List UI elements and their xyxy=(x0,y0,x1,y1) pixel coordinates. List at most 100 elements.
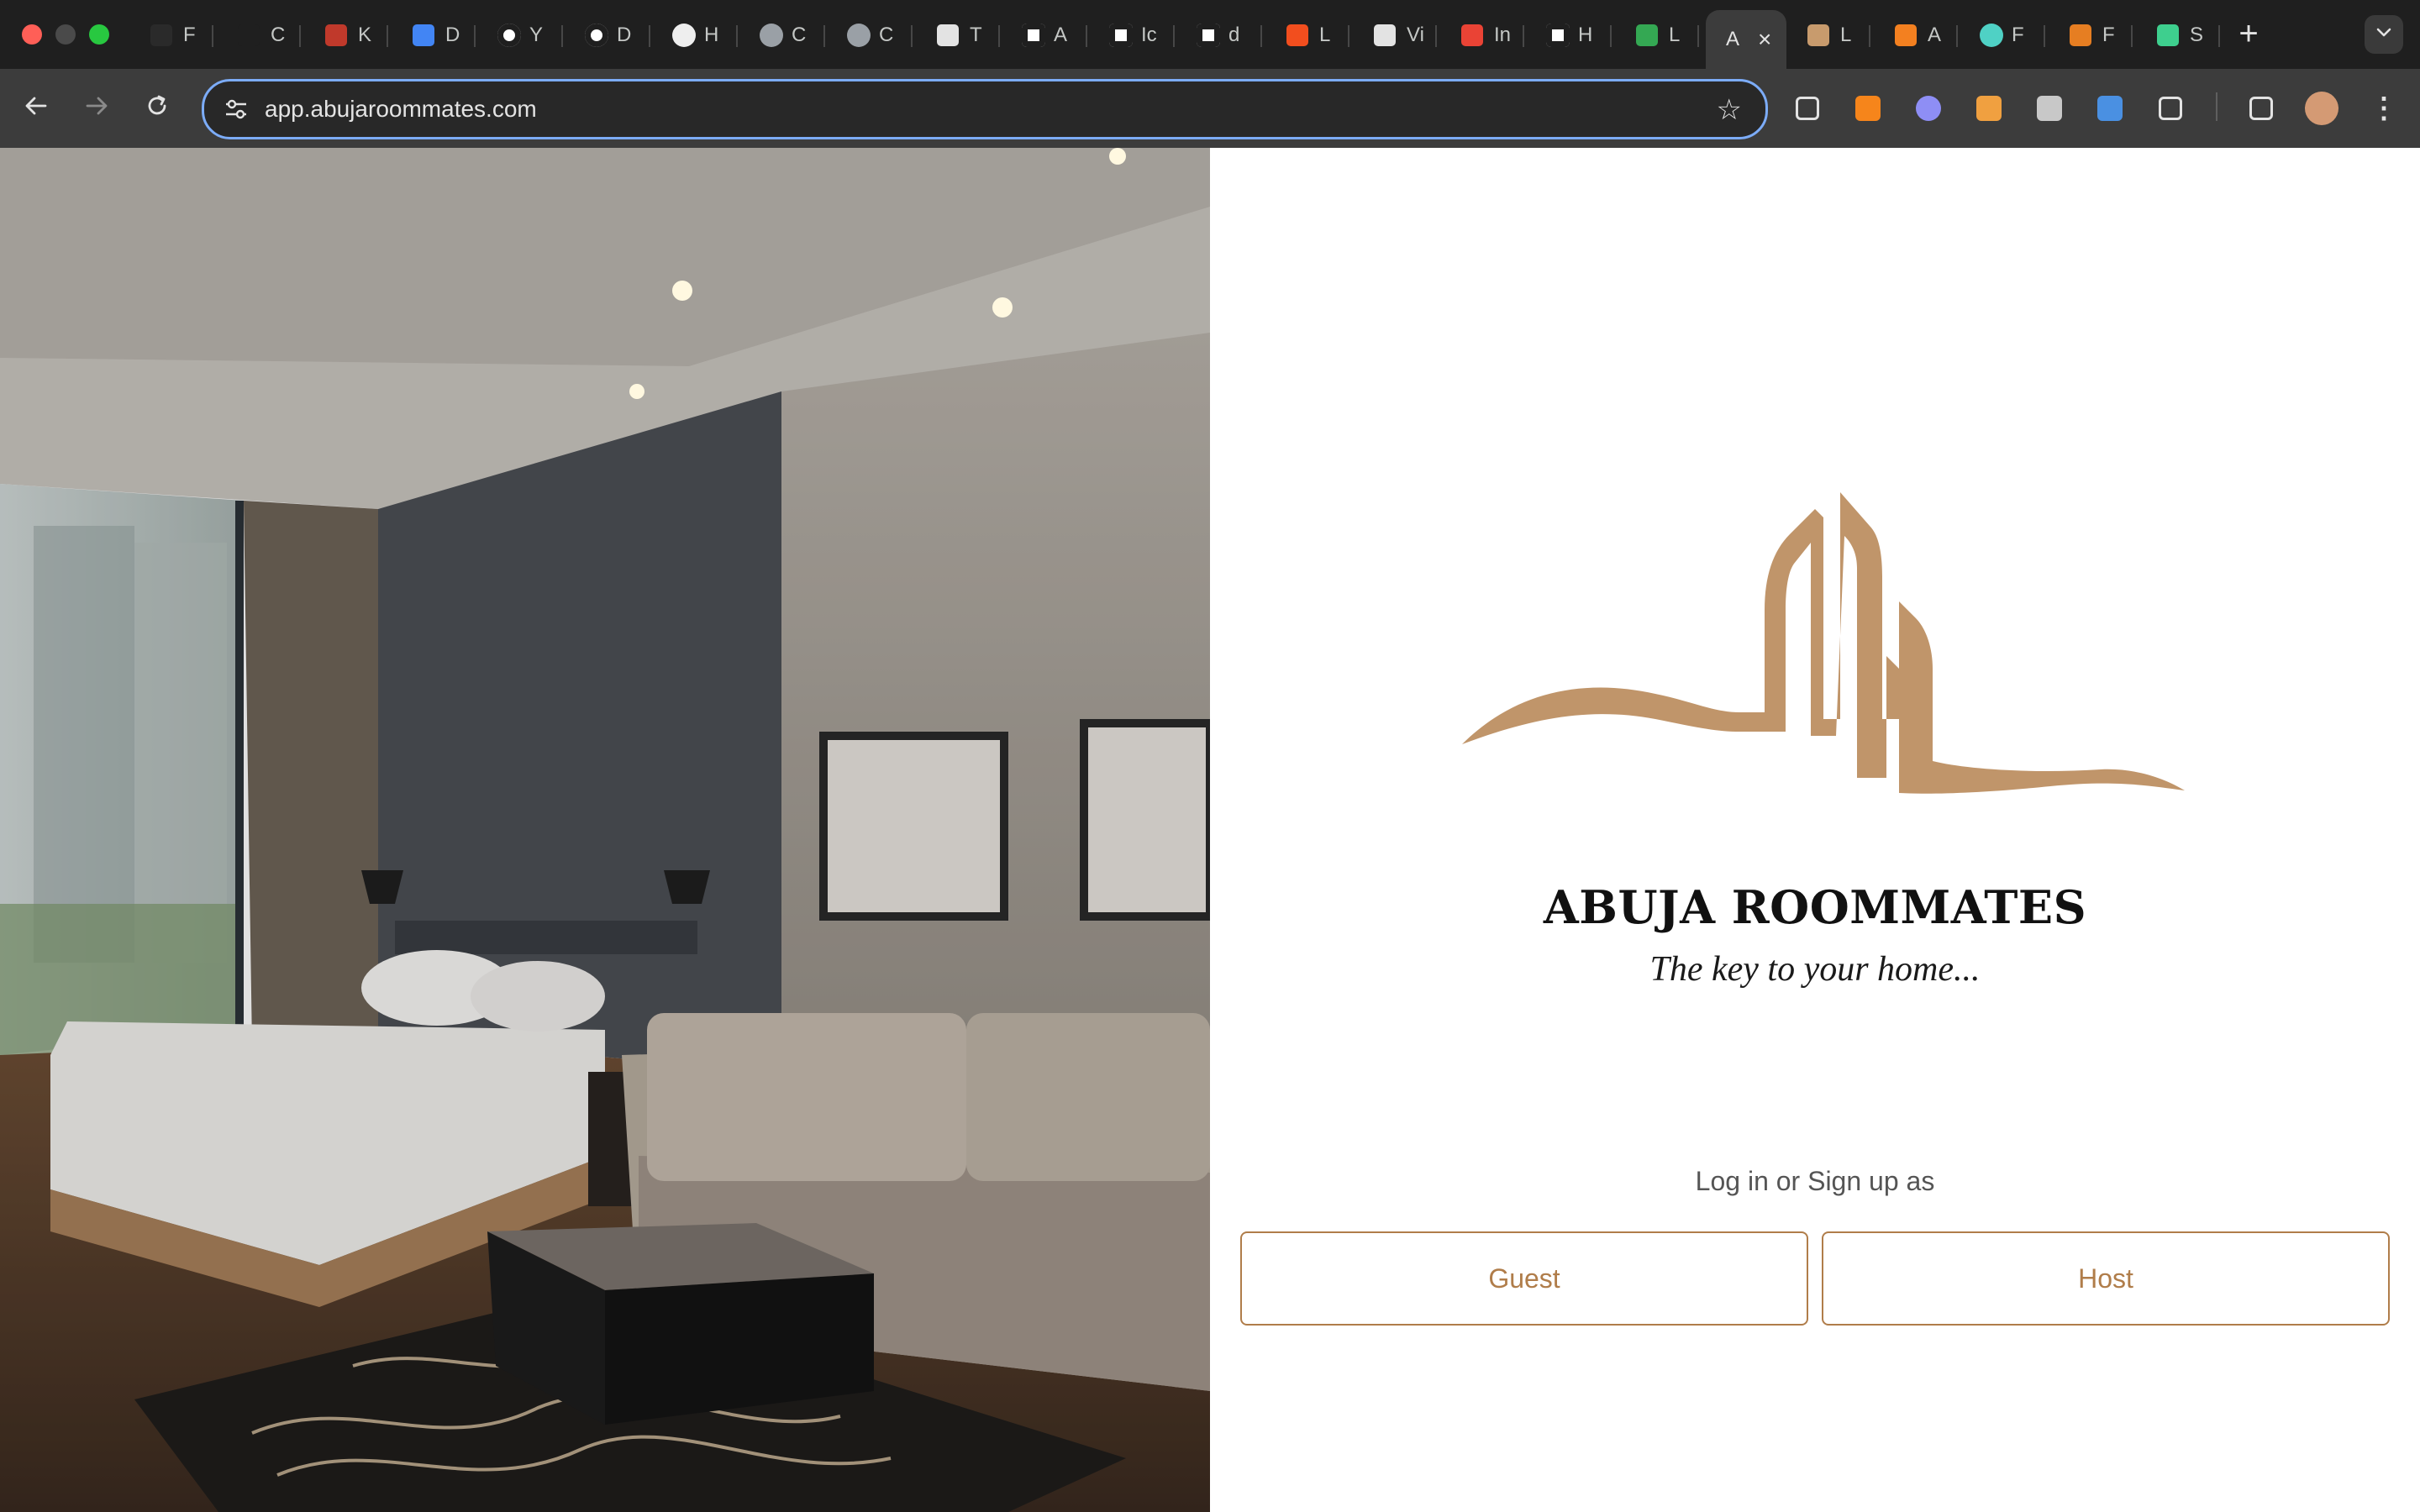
window-close-button[interactable] xyxy=(22,24,42,45)
browser-tab[interactable]: H xyxy=(660,10,738,60)
small-logo-icon xyxy=(1805,22,1832,49)
tab-separator xyxy=(1523,25,1524,47)
browser-tab[interactable]: Ic xyxy=(1097,10,1175,60)
browser-tab[interactable]: A xyxy=(1010,10,1087,60)
browser-tab-title: L xyxy=(1669,24,1681,46)
tab-separator xyxy=(299,25,301,47)
tab-separator xyxy=(212,25,213,47)
x-icon xyxy=(1546,24,1570,47)
pen-icon[interactable] xyxy=(1970,89,2008,128)
browser-tab[interactable]: In xyxy=(1447,10,1524,60)
github-icon xyxy=(497,24,521,47)
window-zoom-button[interactable] xyxy=(89,24,109,45)
openai-icon xyxy=(148,22,175,49)
browser-tab[interactable]: L xyxy=(1793,10,1870,60)
browser-tab-title: Y xyxy=(529,24,544,46)
profile-avatar[interactable] xyxy=(2302,89,2341,128)
browser-tab-title: A xyxy=(1928,24,1942,46)
toolbar-divider xyxy=(2216,92,2217,121)
ghost-icon[interactable] xyxy=(1909,89,1948,128)
tab-separator xyxy=(998,25,1000,47)
forward-button[interactable] xyxy=(77,89,116,128)
figma-icon xyxy=(1284,22,1311,49)
tab-separator xyxy=(1173,25,1175,47)
circle-icon xyxy=(1980,24,2003,47)
browser-tab[interactable]: A xyxy=(1881,10,1958,60)
github-icon xyxy=(585,24,608,47)
egg-icon xyxy=(672,24,696,47)
tab-separator xyxy=(2218,25,2220,47)
book-icon xyxy=(934,22,961,49)
browser-tab-title: d xyxy=(1228,24,1240,46)
tab-separator xyxy=(736,25,738,47)
site-settings-icon[interactable] xyxy=(223,96,250,123)
vb-icon xyxy=(1022,24,1045,47)
gmail-icon xyxy=(1459,22,1486,49)
browser-tab-title: S xyxy=(2190,24,2204,46)
gem-icon[interactable] xyxy=(2091,89,2129,128)
browser-tab-title: C xyxy=(879,24,894,46)
globe-icon xyxy=(760,24,783,47)
drive-icon[interactable] xyxy=(2030,89,2069,128)
browser-tab-title: D xyxy=(617,24,632,46)
browser-tab-title: L xyxy=(1319,24,1331,46)
doc-icon xyxy=(1197,24,1220,47)
globe-icon xyxy=(847,24,871,47)
browser-tab[interactable]: C xyxy=(224,10,301,60)
browser-tab-title: Vi xyxy=(1407,24,1424,46)
window-minimize-button[interactable] xyxy=(55,24,76,45)
new-tab-button[interactable]: + xyxy=(2230,15,2267,52)
docs-icon xyxy=(410,22,437,49)
browser-tab[interactable]: C xyxy=(748,10,825,60)
browser-tab[interactable]: D xyxy=(573,10,650,60)
browser-tab-title: F xyxy=(2102,24,2115,46)
browser-tab[interactable]: d xyxy=(1185,10,1262,60)
tab-search-button[interactable] xyxy=(2365,15,2403,54)
browser-tab[interactable]: H xyxy=(1534,10,1612,60)
browser-tab[interactable]: F xyxy=(136,10,213,60)
host-button[interactable]: Host xyxy=(1822,1231,2390,1326)
browser-tab[interactable]: S xyxy=(2143,10,2220,60)
browser-tab[interactable]: Vi xyxy=(1360,10,1437,60)
browser-menu-icon[interactable]: ⋮ xyxy=(2365,89,2403,128)
bookmark-star-icon[interactable]: ☆ xyxy=(1717,93,1742,127)
browser-tab-title: A xyxy=(1054,24,1068,46)
brand-title: ABUJA ROOMMATES xyxy=(1543,880,2087,934)
browser-tab[interactable]: C xyxy=(835,10,913,60)
browser-tab[interactable]: T xyxy=(923,10,1000,60)
guest-button[interactable]: Guest xyxy=(1240,1231,1808,1326)
browser-tab-title: C xyxy=(792,24,807,46)
browser-tab-title: H xyxy=(704,24,719,46)
browser-tab-title: A xyxy=(1726,28,1740,50)
eyedropper-icon[interactable] xyxy=(1788,89,1827,128)
address-bar[interactable]: app.abujaroommates.com ☆ xyxy=(202,79,1768,139)
browser-tab-title: K xyxy=(358,24,372,46)
puzzle-icon[interactable] xyxy=(2151,89,2190,128)
chevron-down-icon xyxy=(2375,23,2393,46)
close-tab-icon[interactable]: × xyxy=(1758,26,1771,53)
tab-separator xyxy=(387,25,388,47)
browser-tab[interactable]: A × xyxy=(1706,10,1786,69)
tab-separator xyxy=(2044,25,2045,47)
media-icon[interactable] xyxy=(2242,89,2281,128)
browser-tab-title: In xyxy=(1494,24,1512,46)
url-text[interactable]: app.abujaroommates.com xyxy=(265,96,537,123)
browser-tab[interactable]: L xyxy=(1622,10,1699,60)
browser-tab[interactable]: L xyxy=(1272,10,1349,60)
tab-separator xyxy=(1869,25,1870,47)
tab-separator xyxy=(649,25,650,47)
play-icon xyxy=(1634,22,1660,49)
tab-separator xyxy=(1348,25,1349,47)
tab-separator xyxy=(1697,25,1699,47)
browser-tab[interactable]: F xyxy=(1968,10,2045,60)
browser-tab-title: L xyxy=(1840,24,1852,46)
browser-tab[interactable]: K xyxy=(311,10,388,60)
metamask-icon[interactable] xyxy=(1849,89,1887,128)
back-button[interactable] xyxy=(17,89,55,128)
browser-tab[interactable]: F xyxy=(2055,10,2133,60)
tab-separator xyxy=(2131,25,2133,47)
reload-button[interactable] xyxy=(138,89,176,128)
browser-tab[interactable]: Y xyxy=(486,10,563,60)
arrow-left-icon xyxy=(24,91,49,126)
browser-tab[interactable]: D xyxy=(398,10,476,60)
